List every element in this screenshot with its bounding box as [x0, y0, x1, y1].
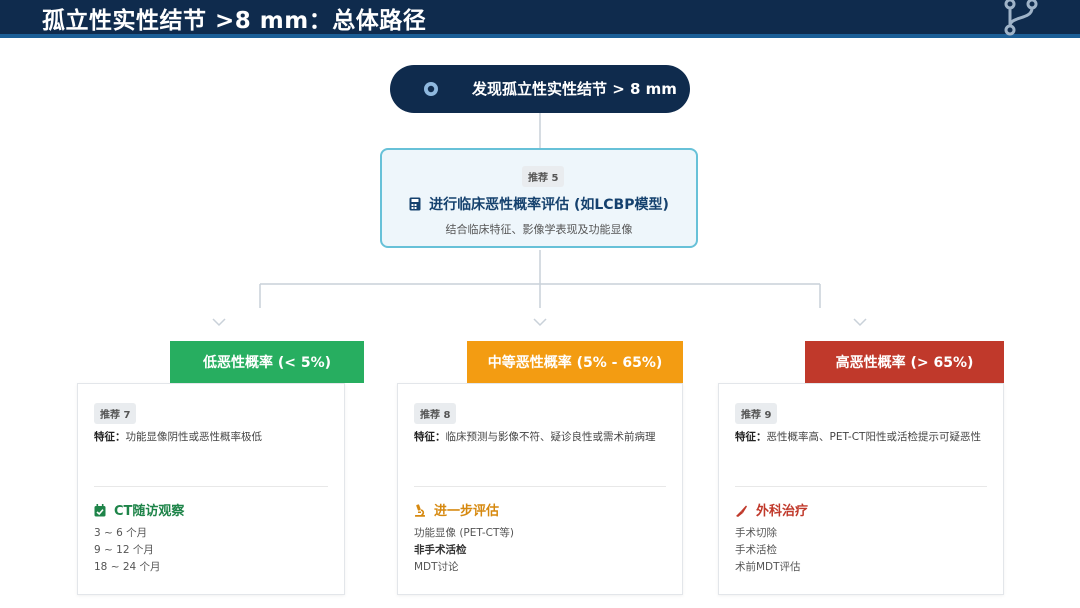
chevron-down-icon [212, 318, 226, 327]
divider [414, 486, 666, 487]
action-title: 进一步评估 [434, 504, 500, 519]
recommendation-tag: 推荐 9 [735, 403, 778, 424]
evaluation-node: 推荐 5 进行临床恶性概率评估 (如LCBP模型) 结合临床特征、影像学表现及功… [380, 148, 698, 248]
divider [735, 486, 987, 487]
action-list: 功能显像 (PET-CT等) 非手术活检 MDT讨论 [414, 525, 514, 576]
action-list: 手术切除 手术活检 术前MDT评估 [735, 525, 801, 576]
intermediate-risk-header: 中等恶性概率 (5% - 65%) [467, 341, 683, 383]
list-item: MDT讨论 [414, 561, 459, 573]
action-list: 3 ~ 6 个月 9 ~ 12 个月 18 ~ 24 个月 [94, 525, 161, 576]
feature-text: 特征：临床预测与影像不符、疑诊良性或需术前病理 [414, 431, 656, 443]
action-title-row: 进一步评估 [414, 500, 499, 519]
action-title: CT随访观察 [114, 504, 185, 519]
calculator-icon [409, 197, 421, 211]
evaluation-title: 进行临床恶性概率评估 (如LCBP模型) [429, 197, 669, 213]
low-risk-card: 推荐 7 特征：功能显像阴性或恶性概率极低 CT随访观察 3 ~ 6 个月 9 … [77, 383, 345, 595]
list-item: 功能显像 (PET-CT等) [414, 527, 514, 539]
target-dot-icon [424, 82, 438, 96]
calendar-check-icon [94, 504, 106, 517]
action-title: 外科治疗 [756, 504, 809, 519]
start-node: 发现孤立性实性结节 > 8 mm [390, 65, 690, 113]
chevron-down-icon [853, 318, 867, 327]
high-risk-header: 高恶性概率 (> 65%) [805, 341, 1004, 383]
divider [94, 486, 328, 487]
high-risk-card: 推荐 9 特征：恶性概率高、PET-CT阳性或活检提示可疑恶性 外科治疗 手术切… [718, 383, 1004, 595]
recommendation-tag: 推荐 7 [94, 403, 137, 424]
list-item: 手术活检 [735, 544, 777, 556]
action-title-row: CT随访观察 [94, 500, 184, 519]
list-item: 非手术活检 [414, 544, 467, 556]
evaluation-title-row: 进行临床恶性概率评估 (如LCBP模型) [382, 194, 696, 214]
list-item: 手术切除 [735, 527, 777, 539]
list-item: 18 ~ 24 个月 [94, 561, 161, 573]
list-item: 3 ~ 6 个月 [94, 527, 148, 539]
feature-text: 特征：功能显像阴性或恶性概率极低 [94, 431, 262, 443]
intermediate-risk-card: 推荐 8 特征：临床预测与影像不符、疑诊良性或需术前病理 进一步评估 功能显像 … [397, 383, 683, 595]
feature-text: 特征：恶性概率高、PET-CT阳性或活检提示可疑恶性 [735, 431, 981, 443]
list-item: 术前MDT评估 [735, 561, 801, 573]
microscope-icon [415, 504, 425, 517]
recommendation-tag: 推荐 8 [414, 403, 457, 424]
chevron-down-icon [533, 318, 547, 327]
low-risk-header: 低恶性概率 (< 5%) [170, 341, 364, 383]
start-label: 发现孤立性实性结节 > 8 mm [472, 80, 677, 98]
list-item: 9 ~ 12 个月 [94, 544, 154, 556]
recommendation-tag: 推荐 5 [522, 166, 565, 187]
scalpel-icon [736, 505, 747, 517]
action-title-row: 外科治疗 [735, 500, 808, 519]
evaluation-subtitle: 结合临床特征、影像学表现及功能显像 [445, 223, 633, 236]
